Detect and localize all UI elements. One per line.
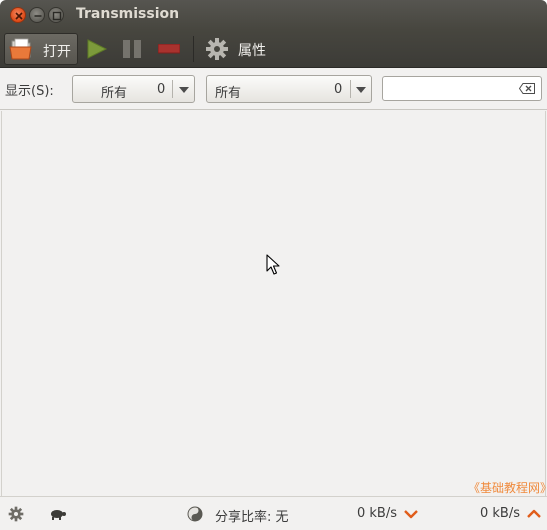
upload-speed: 0 kB/s xyxy=(480,506,521,521)
watermark-text: 《基础教程网》 xyxy=(468,481,547,495)
combo-separator xyxy=(172,80,173,98)
close-window-button[interactable] xyxy=(10,7,26,23)
activity-filter-value: 所有 xyxy=(101,86,128,101)
toolbar-separator xyxy=(193,36,194,62)
tracker-filter-value: 所有 xyxy=(215,86,242,101)
pause-icon[interactable] xyxy=(122,39,144,59)
download-speed: 0 kB/s xyxy=(357,506,398,521)
upload-arrow-icon xyxy=(527,509,541,518)
torrent-list[interactable] xyxy=(1,111,546,496)
status-bar: 分享比率: 无 0 kB/s 0 kB/s xyxy=(0,496,547,530)
open-folder-icon xyxy=(9,38,32,60)
download-arrow-icon xyxy=(404,510,418,519)
show-label: 显示(S): xyxy=(5,84,54,99)
chevron-down-icon xyxy=(356,87,366,93)
toolbar: 打开 xyxy=(0,30,547,68)
transmission-window: Transmission 打开 属性 显示(S): 所有 0 所有 0 《基础教… xyxy=(0,0,547,530)
minimize-window-button[interactable] xyxy=(29,7,45,23)
activity-filter-count: 0 xyxy=(157,82,166,97)
activity-filter-combo[interactable]: 所有 0 xyxy=(72,75,195,103)
mouse-cursor-icon xyxy=(266,254,280,275)
open-button-label: 打开 xyxy=(43,44,71,60)
tracker-filter-count: 0 xyxy=(334,82,343,97)
search-input[interactable] xyxy=(382,76,542,101)
clear-search-icon[interactable] xyxy=(519,83,535,94)
open-button[interactable]: 打开 xyxy=(4,33,78,65)
filter-bar: 显示(S): 所有 0 所有 0 xyxy=(0,68,547,110)
ratio-label: 分享比率: 无 xyxy=(215,510,289,525)
minimize-icon xyxy=(34,15,42,17)
title-bar[interactable]: Transmission xyxy=(0,0,547,30)
settings-gear-icon[interactable] xyxy=(8,506,24,522)
turtle-icon[interactable] xyxy=(50,508,66,520)
tracker-filter-combo[interactable]: 所有 0 xyxy=(206,75,372,103)
chevron-down-icon xyxy=(179,87,189,93)
window-title: Transmission xyxy=(76,6,180,22)
combo-separator xyxy=(350,80,351,98)
ratio-icon[interactable] xyxy=(187,506,203,522)
close-icon xyxy=(15,12,23,20)
maximize-icon xyxy=(52,11,62,21)
remove-icon[interactable] xyxy=(158,44,180,54)
start-icon[interactable] xyxy=(86,39,108,59)
gear-icon[interactable] xyxy=(205,37,229,61)
maximize-window-button[interactable] xyxy=(48,7,64,23)
properties-button-label[interactable]: 属性 xyxy=(238,40,266,60)
